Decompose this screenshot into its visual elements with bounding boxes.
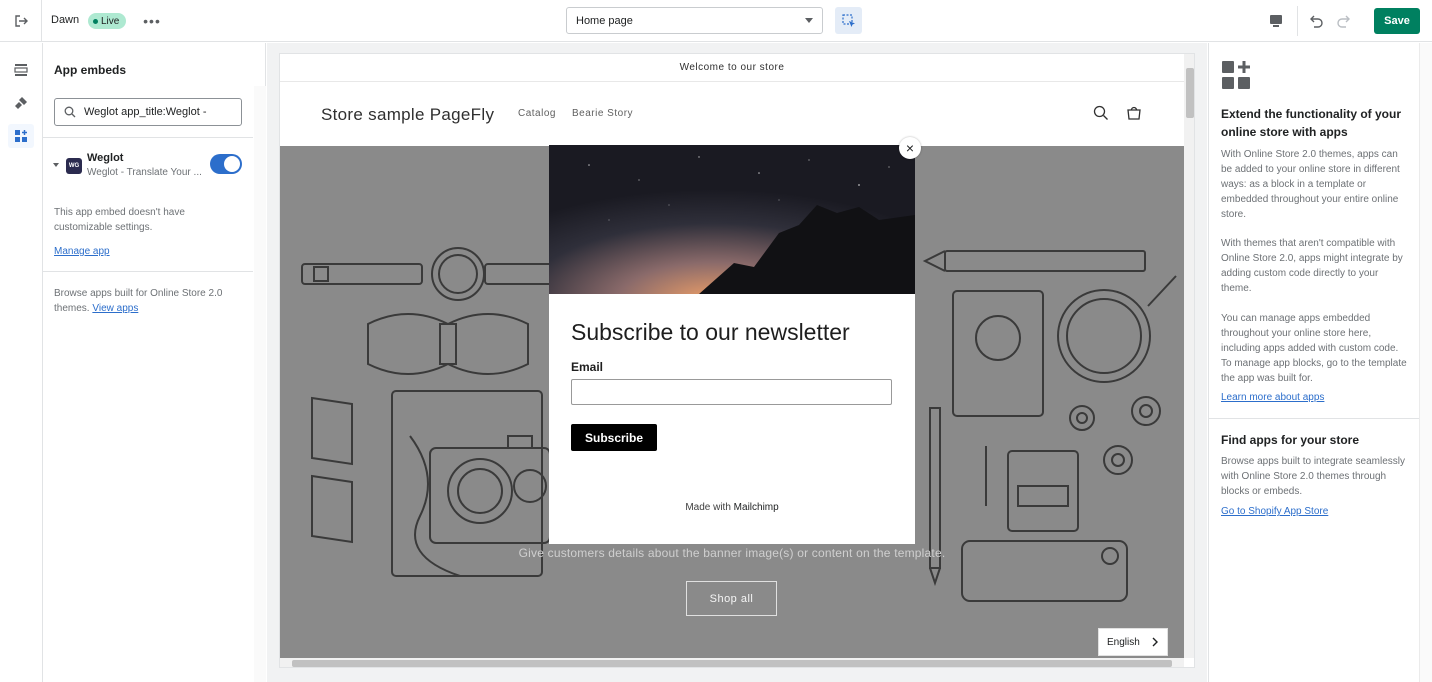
sections-button[interactable]: [8, 58, 34, 82]
app-name: Weglot: [87, 152, 124, 164]
preview-canvas: Welcome to our store Store sample PageFl…: [267, 43, 1207, 682]
extend-paragraph-2: With themes that aren't compatible with …: [1221, 238, 1403, 294]
popup-footer: Made with Mailchimp: [549, 502, 915, 513]
extend-paragraph-1: With Online Store 2.0 themes, apps can b…: [1221, 149, 1400, 220]
redo-icon: [1337, 15, 1350, 28]
theme-settings-button[interactable]: [8, 91, 34, 115]
cart-icon: [1127, 106, 1141, 120]
search-icon: [64, 106, 76, 118]
collapse-caret-icon[interactable]: [53, 163, 59, 167]
newsletter-popup: × Subscribe to our newsletter Email Subs…: [549, 137, 921, 544]
view-apps-link[interactable]: View apps: [92, 303, 138, 314]
status-dot: [93, 18, 98, 24]
no-settings-note: This app embed doesn't have customizable…: [54, 207, 185, 233]
app-embeds-icon: [15, 130, 27, 142]
app-description: Weglot - Translate Your ...: [87, 167, 202, 178]
desktop-icon: [1270, 15, 1282, 27]
undo-icon: [1310, 15, 1323, 28]
store-search-button[interactable]: [1092, 104, 1110, 122]
page-selector-value: Home page: [576, 14, 633, 27]
search-value: Weglot app_title:Weglot -: [84, 106, 207, 118]
weglot-logo: WG: [66, 158, 82, 174]
email-label: Email: [571, 360, 604, 374]
shop-all-button[interactable]: Shop all: [686, 581, 777, 616]
divider: [43, 271, 253, 272]
find-apps-heading: Find apps for your store: [1221, 433, 1360, 447]
store-preview: Welcome to our store Store sample PageFl…: [279, 53, 1195, 668]
extend-paragraph-3: You can manage apps embedded throughout …: [1221, 313, 1407, 384]
subscribe-button[interactable]: Subscribe: [571, 424, 657, 451]
theme-name: Dawn: [51, 14, 80, 26]
popup-close-button[interactable]: ×: [899, 137, 921, 159]
chevron-down-icon: [805, 18, 813, 23]
manage-app-link[interactable]: Manage app: [54, 246, 110, 257]
chevron-right-icon: [1152, 637, 1158, 647]
language-label: English: [1107, 636, 1140, 648]
announcement-bar: Welcome to our store: [280, 54, 1184, 82]
scroll-thumb[interactable]: [292, 660, 1172, 667]
device-preview-button[interactable]: [1264, 10, 1288, 32]
exit-icon: [14, 15, 28, 27]
close-icon: ×: [905, 140, 915, 156]
save-button[interactable]: Save: [1374, 8, 1420, 34]
app-search-input[interactable]: Weglot app_title:Weglot -: [54, 98, 242, 126]
redo-button[interactable]: [1332, 10, 1356, 32]
nav-catalog[interactable]: Catalog: [518, 108, 556, 119]
cart-button[interactable]: [1125, 104, 1143, 122]
popup-title: Subscribe to our newsletter: [571, 319, 850, 345]
popup-image: [549, 145, 915, 294]
browse-apps-text: Browse apps built for Online Store 2.0 t…: [54, 286, 249, 316]
top-bar: Dawn Live ••• Home page Save: [0, 0, 1432, 42]
language-switcher[interactable]: English: [1098, 628, 1168, 656]
app-embeds-button[interactable]: [8, 124, 34, 148]
inspector-button[interactable]: [835, 7, 862, 34]
extend-heading: Extend the functionality of your online …: [1221, 107, 1402, 139]
search-icon: [1093, 105, 1108, 120]
apps-add-icon: [1222, 61, 1250, 89]
left-rail: [0, 43, 43, 682]
divider: [43, 137, 253, 138]
nav-bearie-story[interactable]: Bearie Story: [572, 108, 633, 119]
panel-scrollbar[interactable]: [1419, 43, 1432, 682]
sections-icon: [14, 64, 28, 76]
status-label: Live: [101, 15, 120, 27]
find-apps-text: Browse apps built to integrate seamlessl…: [1221, 456, 1405, 497]
more-icon: •••: [143, 13, 161, 29]
learn-more-link[interactable]: Learn more about apps: [1221, 392, 1324, 403]
mailchimp-brand[interactable]: Mailchimp: [734, 502, 779, 513]
preview-horizontal-scrollbar[interactable]: [280, 658, 1184, 667]
night-sky-image: [549, 145, 915, 294]
divider: [1209, 418, 1419, 419]
footer-prefix: Made with: [685, 502, 731, 513]
app-embeds-panel: App embeds Weglot app_title:Weglot - WG …: [43, 43, 266, 682]
store-name[interactable]: Store sample PageFly: [321, 105, 494, 125]
theme-settings-icon: [15, 97, 27, 109]
apps-info-panel: Extend the functionality of your online …: [1208, 43, 1432, 682]
scroll-thumb[interactable]: [1186, 68, 1194, 118]
more-actions-button[interactable]: •••: [140, 10, 164, 32]
preview-vertical-scrollbar[interactable]: [1184, 54, 1194, 658]
app-store-link[interactable]: Go to Shopify App Store: [1221, 506, 1328, 517]
app-embed-weglot: WG Weglot Weglot - Translate Your ...: [51, 152, 246, 183]
store-header: Store sample PageFly Catalog Bearie Stor…: [280, 83, 1184, 146]
banner-caption: Give customers details about the banner …: [518, 546, 946, 560]
undo-button[interactable]: [1304, 10, 1328, 32]
page-selector[interactable]: Home page: [566, 7, 823, 34]
email-field[interactable]: [571, 379, 892, 405]
toggle-knob: [224, 156, 240, 172]
inspector-icon: [841, 13, 855, 27]
exit-button[interactable]: [0, 0, 42, 42]
app-embed-toggle[interactable]: [210, 154, 242, 174]
panel-scrollbar[interactable]: [254, 86, 266, 682]
toolbar-divider: [1297, 6, 1298, 36]
panel-title: App embeds: [54, 63, 127, 77]
status-badge: Live: [88, 13, 127, 29]
